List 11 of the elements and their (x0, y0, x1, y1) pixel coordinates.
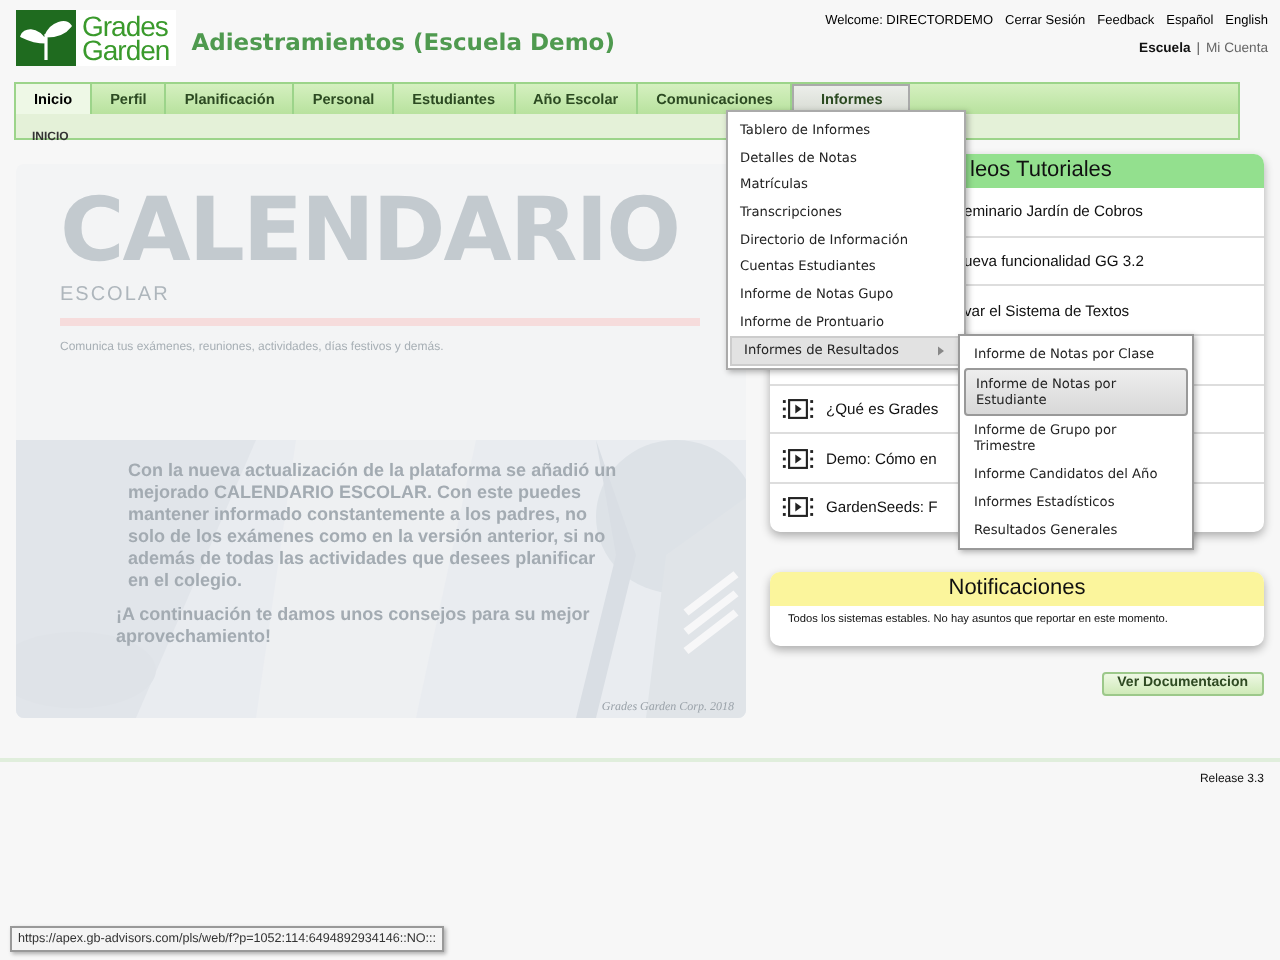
banner-subtitle: ESCOLAR (60, 284, 172, 306)
panel-title: leos Tutoriales (970, 156, 1112, 186)
video-icon (782, 398, 814, 421)
video-icon (782, 496, 814, 519)
banner-paragraph: Con la nueva actualización de la plataforma se añadió un mejorado CALENDARIO ESCOLAR. Con este puedes mantener informado constantemente a los padres, no solo de los exámenes como en la versión anterior, si no además de todas las actividades que desees planificar en el colegio. (128, 460, 618, 592)
video-icon (782, 447, 814, 470)
panel-title: Notificaciones (948, 573, 1086, 604)
banner-paragraph: ¡A continuación te damos unos consejos para su mejor aprovechamiento! (116, 604, 592, 648)
logo-text: Grades (82, 14, 168, 38)
logo-text: Garden (82, 38, 170, 62)
site-title: Adiestramientos (Escuela Demo) (191, 28, 615, 56)
